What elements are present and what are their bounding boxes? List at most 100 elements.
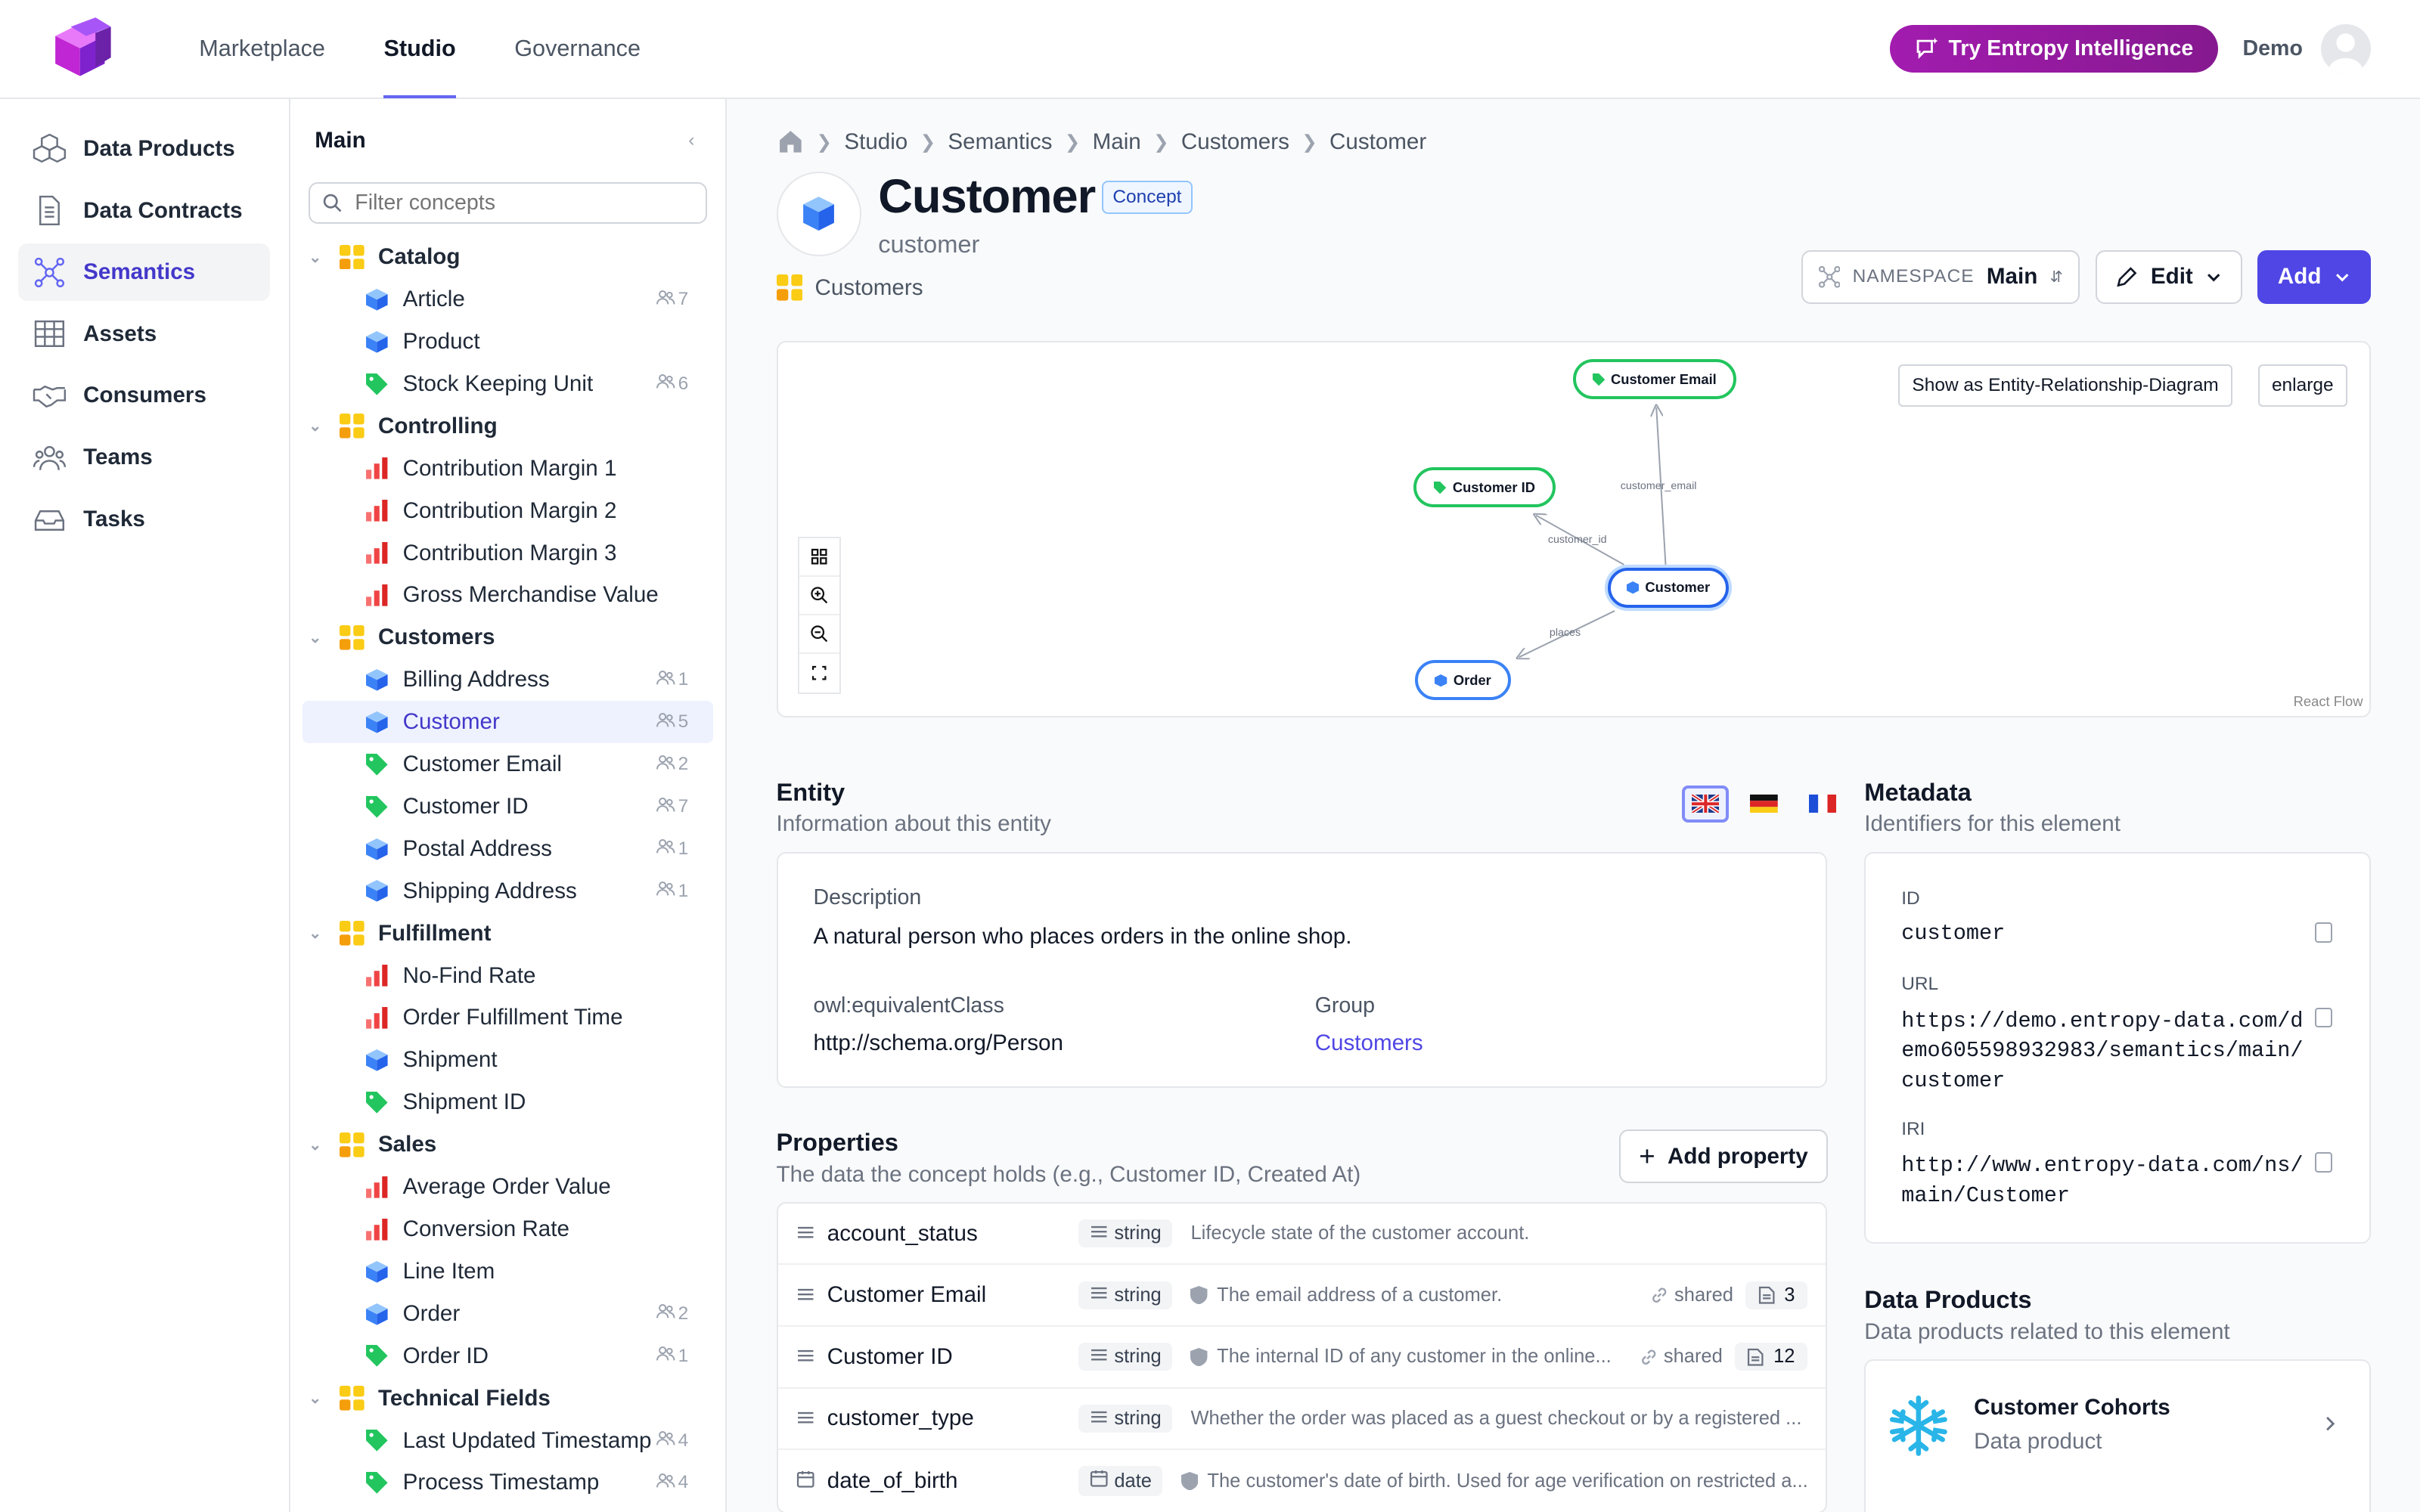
sidebar-item-tasks[interactable]: Tasks	[18, 491, 270, 548]
tree-item-label: Contribution Margin 1	[402, 455, 617, 481]
tree-group[interactable]: ⌄ Controlling	[290, 405, 726, 448]
sidebar-item-semantics[interactable]: Semantics	[18, 243, 271, 301]
breadcrumb-customers[interactable]: Customers	[1181, 129, 1289, 155]
add-property-button[interactable]: + Add property	[1618, 1129, 1829, 1184]
sidebar-item-consumers[interactable]: Consumers	[18, 367, 270, 425]
edit-button[interactable]: Edit	[2095, 249, 2243, 305]
tree-item-label: Shipping Address	[402, 878, 577, 903]
tree-group[interactable]: ⌄ Fulfillment	[290, 912, 726, 955]
tree-item[interactable]: Shipment ID	[302, 1081, 713, 1123]
flag-de-icon[interactable]	[1741, 785, 1787, 823]
sidebar-item-assets[interactable]: Assets	[18, 305, 270, 363]
tree-group[interactable]: ⌄ Customers	[290, 616, 726, 658]
entropy-logo-icon[interactable]	[49, 14, 117, 82]
breadcrumb-studio[interactable]: Studio	[844, 129, 908, 155]
relationship-graph[interactable]: Show as Entity-Relationship-Diagram enla…	[776, 341, 2371, 717]
chevron-down-icon[interactable]: ⌄	[309, 417, 324, 435]
user-name[interactable]: Demo	[2243, 36, 2303, 61]
search-icon	[324, 194, 342, 212]
zoom-out-icon[interactable]	[799, 615, 840, 655]
node-customer[interactable]: Customer	[1608, 567, 1729, 608]
avatar[interactable]	[2321, 23, 2371, 73]
tree-item[interactable]: Article 7	[302, 278, 713, 321]
cube-icon	[365, 708, 392, 736]
node-customer-email[interactable]: Customer Email	[1572, 359, 1736, 400]
chevron-down-icon[interactable]: ⌄	[309, 248, 324, 267]
sidebar-item-teams[interactable]: Teams	[18, 429, 270, 486]
react-flow-attribution[interactable]: React Flow	[2294, 693, 2363, 710]
tree-item[interactable]: Shipping Address 1	[302, 870, 713, 912]
data-product-card[interactable]: Customer Cohorts Data product	[1864, 1359, 2371, 1512]
tree-item[interactable]: Customer ID 7	[302, 785, 713, 828]
tree-item[interactable]: Average Order Value	[302, 1166, 713, 1208]
tree-item[interactable]: Line Item	[302, 1250, 713, 1293]
tree-item[interactable]: Order Fulfillment Time	[302, 997, 713, 1040]
tree-item[interactable]: Contribution Margin 2	[302, 490, 713, 532]
enlarge-button[interactable]: enlarge	[2257, 364, 2347, 407]
tree-item[interactable]: Contribution Margin 3	[302, 532, 713, 575]
property-row[interactable]: customer_type string Whether the order was…	[777, 1389, 1826, 1451]
add-button[interactable]: Add	[2257, 249, 2371, 305]
tree-group[interactable]: ⌄ Catalog	[290, 236, 726, 278]
cube-icon	[365, 666, 392, 694]
link-icon	[1640, 1349, 1657, 1365]
group-value-link[interactable]: Customers	[1315, 1030, 1423, 1056]
node-order[interactable]: Order	[1415, 660, 1511, 701]
copy-icon[interactable]	[2315, 922, 2332, 943]
tree-item[interactable]: Conversion Rate	[302, 1208, 713, 1250]
tree-item[interactable]: Customer Email 2	[302, 743, 713, 785]
tree-item[interactable]: Gross Merchandise Value	[302, 574, 713, 616]
tag-icon	[365, 1469, 392, 1497]
tree-item[interactable]: No-Find Rate	[302, 955, 713, 997]
tree-item[interactable]: Shipment	[302, 1039, 713, 1081]
property-row[interactable]: account_status string Lifecycle state of t…	[777, 1204, 1826, 1266]
sidebar-item-data-contracts[interactable]: Data Contracts	[18, 182, 270, 240]
chevron-down-icon[interactable]: ⌄	[309, 1389, 324, 1408]
flag-en-icon[interactable]	[1682, 785, 1729, 823]
tree-group[interactable]: ⌄ Sales	[290, 1123, 726, 1166]
property-row[interactable]: Customer Email string The email address of…	[777, 1265, 1826, 1328]
property-row[interactable]: date_of_birth date The customer's date of …	[778, 1450, 1826, 1512]
sidebar-label: Assets	[83, 321, 157, 346]
breadcrumb-semantics[interactable]: Semantics	[948, 129, 1052, 155]
tree-item[interactable]: Stock Keeping Unit 6	[302, 363, 713, 405]
tree-item[interactable]: Order ID 1	[302, 1335, 713, 1377]
copy-icon[interactable]	[2315, 1152, 2332, 1173]
breadcrumb-main[interactable]: Main	[1093, 129, 1141, 155]
nav-studio[interactable]: Studio	[355, 0, 486, 98]
sidebar-item-data-products[interactable]: Data Products	[18, 120, 270, 178]
tree-item[interactable]: Last Updated Timestamp 4	[302, 1420, 713, 1462]
namespace-select[interactable]: NAMESPACE Main ⇵	[1801, 249, 2080, 305]
show-erd-button[interactable]: Show as Entity-Relationship-Diagram	[1898, 364, 2232, 407]
tree-group[interactable]: ⌄ Technical Fields	[290, 1377, 726, 1420]
nav-governance[interactable]: Governance	[485, 0, 669, 98]
fit-view-icon[interactable]	[799, 538, 840, 578]
filter-concepts[interactable]	[309, 181, 707, 224]
tree-item[interactable]: Customer 5	[302, 701, 713, 744]
try-intelligence-button[interactable]: Try Entropy Intelligence	[1889, 24, 2218, 73]
tree-item[interactable]: Order 2	[302, 1293, 713, 1335]
group-link[interactable]: Customers	[776, 274, 923, 301]
chevron-down-icon[interactable]: ⌄	[309, 628, 324, 647]
chevron-down-icon[interactable]: ⌄	[309, 924, 324, 943]
tree-item[interactable]: Postal Address 1	[302, 828, 713, 870]
tree-item[interactable]: Product	[302, 321, 713, 363]
flag-fr-icon[interactable]	[1800, 785, 1846, 823]
usage-count-value: 4	[678, 1472, 689, 1493]
tree-item[interactable]: Process Timestamp 4	[302, 1462, 713, 1504]
tree-item[interactable]: Billing Address 1	[302, 658, 713, 701]
breadcrumb-customer[interactable]: Customer	[1329, 129, 1426, 155]
property-row[interactable]: Customer ID string The internal ID of any …	[777, 1327, 1826, 1389]
chevron-down-icon[interactable]: ⌄	[309, 1136, 324, 1154]
property-description: The customer's date of birth. Used for a…	[1207, 1470, 1807, 1492]
filter-concepts-input[interactable]	[355, 190, 664, 215]
home-icon[interactable]	[777, 128, 805, 156]
copy-icon[interactable]	[2315, 1007, 2332, 1028]
nav-marketplace[interactable]: Marketplace	[169, 0, 354, 98]
tree-item[interactable]: Contribution Margin 1	[302, 448, 713, 490]
node-customer-id[interactable]: Customer ID	[1413, 467, 1556, 508]
collapse-panel-icon[interactable]: ‹	[688, 130, 694, 151]
fullscreen-icon[interactable]	[799, 654, 839, 692]
zoom-in-icon[interactable]	[799, 577, 840, 616]
group-label: Group	[1314, 993, 1376, 1018]
